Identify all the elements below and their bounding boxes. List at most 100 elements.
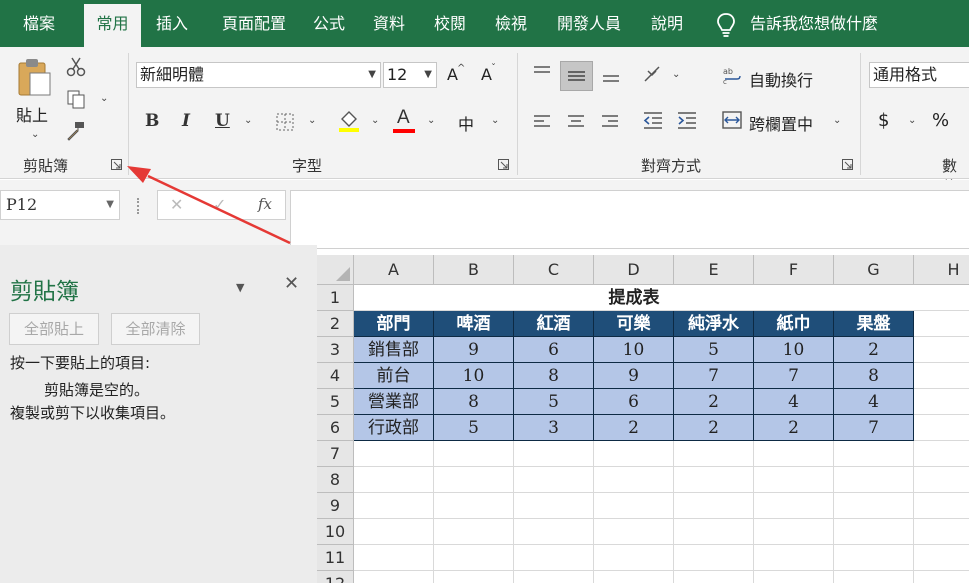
column-header-h[interactable]: H	[914, 255, 969, 285]
grid-cell[interactable]	[514, 571, 594, 583]
font-color-button[interactable]: A	[397, 107, 410, 129]
grid-cell[interactable]	[754, 545, 834, 571]
grid-cell[interactable]	[914, 571, 969, 583]
grid-cell[interactable]	[434, 467, 514, 493]
font-size-select[interactable]: 12 ▼	[383, 62, 437, 88]
grid-cell[interactable]	[514, 545, 594, 571]
phonetic-dropdown[interactable]: ⌄	[491, 115, 499, 126]
table-cell[interactable]: 10	[434, 363, 514, 389]
grid-cell[interactable]	[354, 467, 434, 493]
grid-cell[interactable]	[594, 571, 674, 583]
table-header-cell[interactable]: 部門	[354, 311, 434, 337]
row-header[interactable]: 9	[317, 493, 354, 519]
tab-page-layout[interactable]: 頁面配置	[208, 0, 300, 47]
wrap-text-button[interactable]: 自動換行	[749, 67, 813, 91]
tab-formulas[interactable]: 公式	[305, 0, 353, 47]
table-cell[interactable]: 7	[834, 415, 914, 441]
column-header-a[interactable]: A	[354, 255, 434, 285]
tab-developer[interactable]: 開發人員	[548, 0, 630, 47]
grid-cell[interactable]	[754, 493, 834, 519]
clipboard-dialog-launcher[interactable]	[111, 159, 122, 170]
font-dialog-launcher[interactable]	[498, 159, 509, 170]
grid-cell[interactable]	[754, 571, 834, 583]
grid-cell[interactable]	[914, 285, 969, 311]
pane-options-icon[interactable]: ▼	[236, 281, 244, 294]
table-cell[interactable]: 8	[434, 389, 514, 415]
font-name-select[interactable]: 新細明體 ▼	[136, 62, 381, 88]
bold-button[interactable]: B	[145, 111, 159, 131]
table-header-cell[interactable]: 果盤	[834, 311, 914, 337]
tell-me-search[interactable]: 告訴我您想做什麼	[750, 0, 890, 47]
worksheet-grid[interactable]: A B C D E F G H 1 提成表 2 部門 啤酒 紅酒 可樂 純淨水 紙巾 果盤 3 銷售部…	[317, 255, 969, 583]
grid-cell[interactable]	[834, 519, 914, 545]
grid-cell[interactable]	[914, 545, 969, 571]
currency-button[interactable]: $	[878, 110, 889, 131]
phonetic-button[interactable]: 中	[458, 111, 474, 135]
wrap-text-icon[interactable]: ab c	[722, 65, 742, 85]
row-header[interactable]: 4	[317, 363, 354, 389]
grid-cell[interactable]	[754, 467, 834, 493]
table-cell[interactable]: 10	[594, 337, 674, 363]
grid-cell[interactable]	[834, 545, 914, 571]
grid-cell[interactable]	[594, 493, 674, 519]
grid-cell[interactable]	[914, 311, 969, 337]
close-icon[interactable]: ✕	[284, 273, 299, 294]
grid-cell[interactable]	[434, 571, 514, 583]
table-cell[interactable]: 6	[594, 389, 674, 415]
grid-cell[interactable]	[834, 441, 914, 467]
orientation-dropdown[interactable]: ⌄	[672, 69, 680, 80]
tab-insert[interactable]: 插入	[144, 0, 200, 47]
table-cell[interactable]: 營業部	[354, 389, 434, 415]
align-middle-button[interactable]	[560, 61, 593, 91]
grid-cell[interactable]	[514, 493, 594, 519]
table-cell[interactable]: 4	[834, 389, 914, 415]
insert-function-button[interactable]: fx	[258, 195, 272, 213]
grid-cell[interactable]	[754, 441, 834, 467]
table-cell[interactable]: 9	[594, 363, 674, 389]
underline-dropdown[interactable]: ⌄	[244, 115, 252, 126]
table-header-cell[interactable]: 純淨水	[674, 311, 754, 337]
format-painter-icon[interactable]	[66, 121, 86, 141]
tab-help[interactable]: 說明	[642, 0, 692, 47]
column-header-e[interactable]: E	[674, 255, 754, 285]
merge-center-icon[interactable]	[722, 111, 742, 129]
grid-cell[interactable]	[514, 441, 594, 467]
currency-dropdown[interactable]: ⌄	[908, 115, 916, 126]
grid-cell[interactable]	[514, 519, 594, 545]
formula-bar-grip[interactable]	[137, 198, 140, 214]
table-cell[interactable]: 2	[674, 415, 754, 441]
grid-cell[interactable]	[594, 519, 674, 545]
table-cell[interactable]: 10	[754, 337, 834, 363]
table-header-cell[interactable]: 可樂	[594, 311, 674, 337]
name-box[interactable]: P12 ▼	[0, 190, 120, 220]
alignment-dialog-launcher[interactable]	[842, 159, 853, 170]
grid-cell[interactable]	[914, 363, 969, 389]
grid-cell[interactable]	[594, 467, 674, 493]
borders-icon[interactable]	[276, 113, 294, 131]
tab-file[interactable]: 檔案	[0, 0, 78, 47]
column-header-f[interactable]: F	[754, 255, 834, 285]
table-cell[interactable]: 2	[754, 415, 834, 441]
merge-center-dropdown[interactable]: ⌄	[833, 115, 841, 126]
grid-cell[interactable]	[434, 441, 514, 467]
chevron-down-icon[interactable]: ▼	[106, 191, 114, 219]
row-header[interactable]: 7	[317, 441, 354, 467]
grid-cell[interactable]	[514, 467, 594, 493]
grid-cell[interactable]	[914, 441, 969, 467]
grid-cell[interactable]	[354, 545, 434, 571]
align-right-icon[interactable]	[600, 113, 620, 131]
row-header[interactable]: 3	[317, 337, 354, 363]
copy-icon[interactable]	[66, 89, 86, 109]
tab-review[interactable]: 校閱	[425, 0, 475, 47]
clear-all-button[interactable]: 全部清除	[111, 313, 200, 345]
grid-cell[interactable]	[354, 441, 434, 467]
lightbulb-icon[interactable]	[716, 12, 736, 38]
merge-center-button[interactable]: 跨欄置中	[749, 111, 813, 135]
grid-cell[interactable]	[674, 571, 754, 583]
fill-color-dropdown[interactable]: ⌄	[371, 115, 379, 126]
row-header[interactable]: 5	[317, 389, 354, 415]
tab-home[interactable]: 常用	[84, 4, 141, 47]
grid-cell[interactable]	[594, 441, 674, 467]
table-header-cell[interactable]: 紅酒	[514, 311, 594, 337]
underline-button[interactable]: U	[215, 111, 230, 131]
